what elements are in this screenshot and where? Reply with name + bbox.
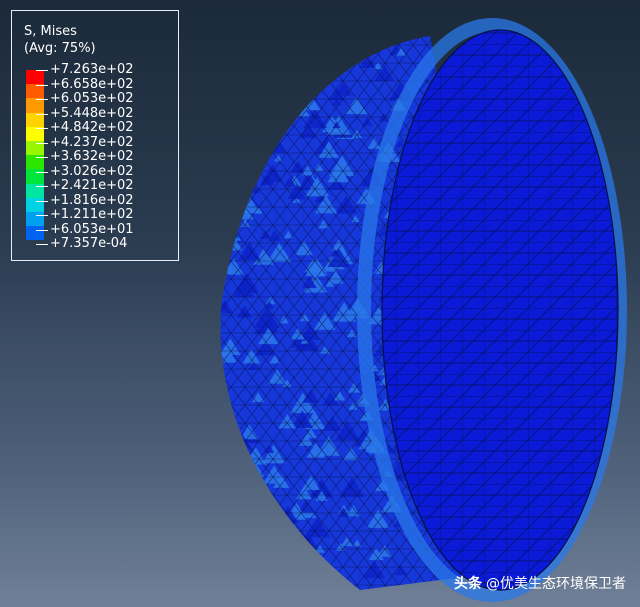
legend-swatch bbox=[26, 98, 44, 113]
legend-tick-label: +6.658e+02 bbox=[36, 76, 134, 92]
legend-variable-title: S, Mises bbox=[24, 24, 77, 39]
legend-tick-label: +5.448e+02 bbox=[36, 105, 134, 121]
watermark-brand: 头条 bbox=[454, 576, 482, 592]
legend-tick-label: +7.357e-04 bbox=[36, 236, 134, 252]
legend-tick-label: +6.053e+02 bbox=[36, 91, 134, 106]
legend-tick-label: +4.842e+02 bbox=[36, 120, 134, 135]
viewport[interactable]: S, Mises (Avg: 75%) +7.263e+02 +6.658e+02… bbox=[0, 0, 640, 607]
legend-tick-label: +7.263e+02 bbox=[36, 62, 134, 77]
legend-tick-label: +3.026e+02 bbox=[36, 163, 134, 179]
legend-swatch bbox=[26, 84, 44, 99]
legend-swatch bbox=[26, 112, 44, 127]
legend-tick-label: +3.632e+02 bbox=[36, 149, 134, 164]
legend-tick-labels: +7.263e+02 +6.658e+02 +6.053e+02 +5.448e+02… bbox=[36, 62, 134, 252]
watermark-handle: @优美生态环境保卫者 bbox=[486, 576, 626, 592]
legend-tick-label: +1.211e+02 bbox=[36, 207, 134, 222]
legend-swatch bbox=[26, 70, 44, 85]
legend-tick-label: +6.053e+01 bbox=[36, 221, 134, 237]
contour-legend[interactable]: S, Mises (Avg: 75%) +7.263e+02 +6.658e+02… bbox=[11, 10, 179, 261]
watermark: 头条 @优美生态环境保卫者 bbox=[454, 573, 626, 593]
legend-averaging-text: (Avg: 75%) bbox=[24, 41, 96, 56]
legend-tick-label: +1.816e+02 bbox=[36, 192, 134, 208]
legend-swatch bbox=[26, 226, 44, 241]
legend-tick-label: +2.421e+02 bbox=[36, 178, 134, 193]
legend-swatch bbox=[26, 211, 44, 227]
legend-tick-label: +4.237e+02 bbox=[36, 134, 134, 150]
